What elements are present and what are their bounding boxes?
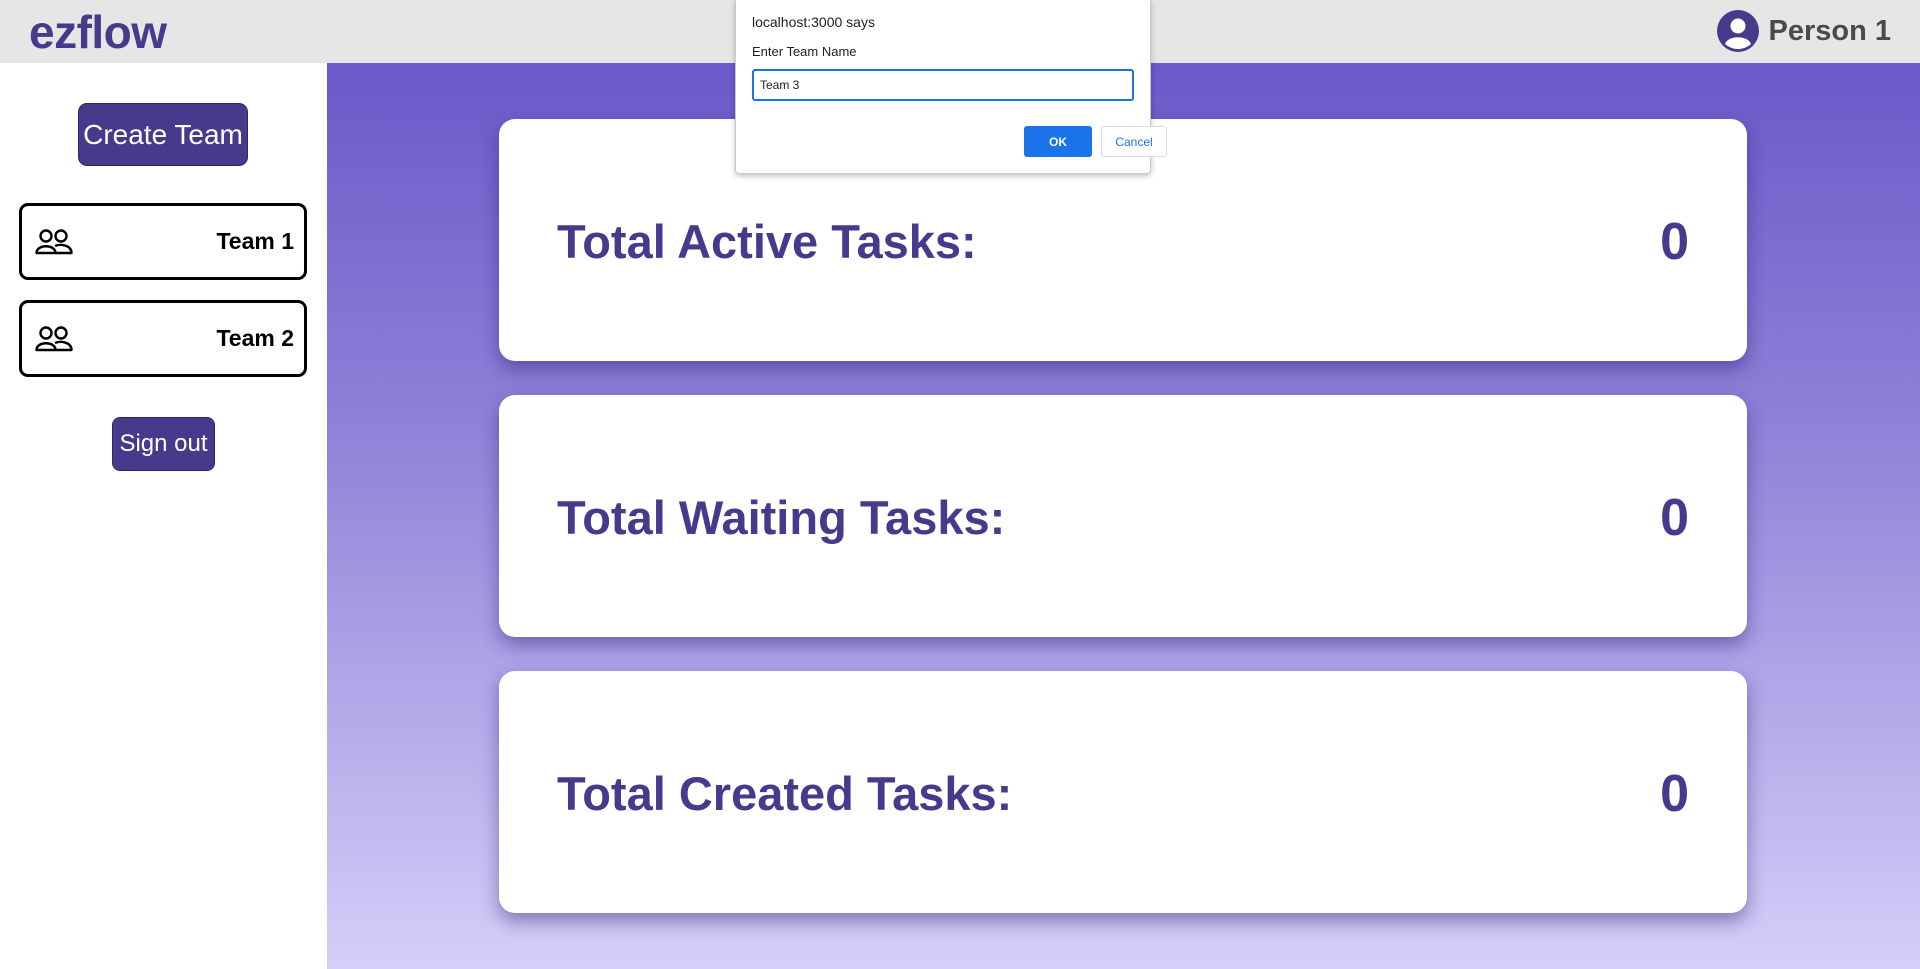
stat-label: Total Waiting Tasks:: [557, 491, 1006, 544]
cancel-button[interactable]: Cancel: [1101, 126, 1167, 157]
team-name-input[interactable]: [752, 69, 1134, 101]
user-circle-icon: [1716, 10, 1759, 52]
team-icon: [35, 228, 73, 254]
dialog-message: Enter Team Name: [752, 44, 857, 59]
stat-value: 0: [1660, 489, 1689, 547]
team-icon: [35, 325, 73, 351]
dialog-title: localhost:3000 says: [752, 14, 875, 30]
sign-out-button[interactable]: Sign out: [112, 417, 215, 471]
dashboard-main: Total Active Tasks: 0 Total Waiting Task…: [327, 63, 1920, 969]
ok-button[interactable]: OK: [1024, 126, 1092, 157]
sidebar-item-team-2[interactable]: Team 2: [19, 300, 307, 377]
create-team-button[interactable]: Create Team: [78, 103, 248, 166]
app-logo[interactable]: ezflow: [29, 6, 167, 58]
sidebar: Create Team Team 1 Team 2 Sign out: [0, 63, 327, 969]
prompt-dialog: localhost:3000 says Enter Team Name OK C…: [735, 0, 1167, 174]
user-menu[interactable]: Person 1: [1716, 9, 1892, 53]
sidebar-item-team-1[interactable]: Team 1: [19, 203, 307, 280]
sidebar-item-label: Team 2: [216, 325, 294, 351]
user-name: Person 1: [1768, 14, 1892, 47]
stat-card-created: Total Created Tasks: 0: [499, 671, 1747, 913]
stat-label: Total Active Tasks:: [557, 215, 977, 268]
stat-label: Total Created Tasks:: [557, 767, 1013, 820]
stat-value: 0: [1660, 765, 1689, 823]
stat-card-waiting: Total Waiting Tasks: 0: [499, 395, 1747, 637]
stat-value: 0: [1660, 213, 1689, 271]
sidebar-item-label: Team 1: [216, 228, 294, 254]
